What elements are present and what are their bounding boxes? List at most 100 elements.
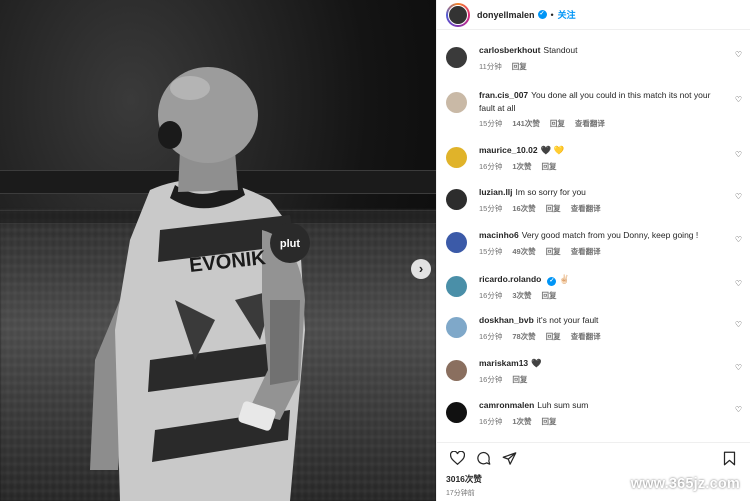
- comment-likes[interactable]: 1次赞: [512, 417, 531, 426]
- comment-time: 11分钟: [479, 61, 502, 71]
- comment-time: 16分钟: [479, 291, 503, 300]
- reply-button[interactable]: 回复: [512, 62, 527, 71]
- reply-button[interactable]: 回复: [542, 291, 557, 300]
- comment-likes[interactable]: 1次赞: [512, 162, 531, 171]
- see-translation-link[interactable]: 查看翻译: [571, 204, 601, 213]
- see-translation-link[interactable]: 查看翻译: [571, 332, 601, 341]
- comment-like-heart-icon[interactable]: ♡: [735, 363, 742, 372]
- comment-meta: 16分钟 1次赞 回复: [479, 161, 727, 174]
- comment-username[interactable]: camronmalen: [479, 400, 534, 410]
- comment-item: camronmalen Luh sum sum 16分钟 1次赞 回复 ♡: [446, 399, 746, 439]
- comment-avatar[interactable]: [446, 189, 467, 210]
- comment-like-heart-icon[interactable]: ♡: [735, 50, 742, 59]
- post-footer: 3016次赞 17分钟前: [437, 442, 750, 501]
- comment-likes[interactable]: 16次赞: [512, 204, 535, 213]
- comment-time: 15分钟: [479, 119, 503, 128]
- speech-bubble-icon[interactable]: [472, 447, 494, 469]
- comment-item: doskhan_bvb it's not your fault 16分钟 78次赞 回复…: [446, 314, 746, 354]
- comment-text: Very good match from you Donny, keep goi…: [521, 230, 699, 240]
- verified-badge-icon: ✓: [547, 277, 557, 286]
- paper-plane-icon[interactable]: [498, 447, 520, 469]
- comment-avatar[interactable]: [446, 232, 467, 253]
- comment-username[interactable]: carlosberkhout: [479, 45, 540, 55]
- comment-username[interactable]: macinho6: [479, 230, 519, 240]
- comment-meta: 15分钟 49次赞 回复 查看翻译: [479, 246, 727, 259]
- comment-likes[interactable]: 3次赞: [512, 291, 531, 300]
- comment-meta: 16分钟 78次赞 回复 查看翻译: [479, 331, 727, 344]
- comments-list[interactable]: carlosberkhout Standout 11分钟 回复 ♡ fran.cis_00…: [437, 30, 750, 442]
- verified-badge-icon: ✓: [537, 10, 547, 19]
- comment-username[interactable]: luzian.llj: [479, 187, 513, 197]
- comment-username[interactable]: doskhan_bvb: [479, 315, 534, 325]
- bookmark-icon[interactable]: [718, 447, 740, 469]
- follow-button[interactable]: 关注: [558, 8, 576, 21]
- comment-item: macinho6 Very good match from you Donny, …: [446, 229, 746, 269]
- comment-username[interactable]: maurice_10.02: [479, 145, 538, 155]
- reply-button[interactable]: 回复: [546, 204, 561, 213]
- comment-like-heart-icon[interactable]: ♡: [735, 150, 742, 159]
- comment-like-heart-icon[interactable]: ♡: [735, 405, 742, 414]
- see-translation-link[interactable]: 查看翻译: [575, 119, 605, 128]
- comment-like-heart-icon[interactable]: ♡: [735, 95, 742, 104]
- comment-item: mariskam13 🖤 16分钟 回复 ♡: [446, 357, 746, 397]
- reply-button[interactable]: 回复: [512, 375, 527, 384]
- comment-like-heart-icon[interactable]: ♡: [735, 192, 742, 201]
- comment-text: Luh sum sum: [537, 400, 589, 410]
- comment-like-heart-icon[interactable]: ♡: [735, 235, 742, 244]
- heart-outline-icon[interactable]: [446, 447, 468, 469]
- comment-likes[interactable]: 141次赞: [512, 119, 540, 128]
- comment-time: 16分钟: [479, 331, 503, 341]
- comment-body: mariskam13 🖤 16分钟 回复: [479, 357, 727, 386]
- comment-username[interactable]: mariskam13: [479, 358, 528, 368]
- comment-time: 16分钟: [479, 416, 503, 426]
- player-silhouette: plut EVONIK: [90, 67, 310, 501]
- comment-body: maurice_10.02 🖤 💛 16分钟 1次赞 回复: [479, 144, 727, 173]
- comment-avatar[interactable]: [446, 360, 467, 381]
- comment-item: luzian.llj Im so sorry for you 15分钟 16次赞 回复 查…: [446, 186, 746, 226]
- reply-button[interactable]: 回复: [546, 332, 561, 341]
- reply-button[interactable]: 回复: [546, 247, 561, 256]
- reply-button[interactable]: 回复: [542, 162, 557, 171]
- comment-avatar[interactable]: [446, 47, 467, 68]
- post-side-panel: donyellmalen ✓ • 关注 carlosberkhout Stando…: [436, 0, 750, 501]
- comment-meta: 16分钟 3次赞 回复: [479, 290, 727, 303]
- comment-time: 16分钟: [479, 374, 503, 384]
- comment-avatar[interactable]: [446, 147, 467, 168]
- comment-username[interactable]: ricardo.rolando: [479, 274, 541, 284]
- comment-like-heart-icon[interactable]: ♡: [735, 320, 742, 329]
- comment-body: camronmalen Luh sum sum 16分钟 1次赞 回复: [479, 399, 727, 428]
- comment-body: macinho6 Very good match from you Donny, …: [479, 229, 727, 258]
- reply-button[interactable]: 回复: [542, 417, 557, 426]
- comment-text: 🖤 💛: [540, 145, 565, 155]
- comment-avatar[interactable]: [446, 317, 467, 338]
- comment-avatar[interactable]: [446, 402, 467, 423]
- comment-meta: 15分钟 16次赞 回复 查看翻译: [479, 203, 727, 216]
- comment-meta: 11分钟 回复: [479, 61, 727, 74]
- comment-avatar[interactable]: [446, 92, 467, 113]
- see-translation-link[interactable]: 查看翻译: [571, 247, 601, 256]
- comment-meta: 16分钟 1次赞 回复: [479, 416, 727, 429]
- header-separator: •: [550, 9, 554, 20]
- comment-text: 🖤: [531, 358, 542, 368]
- comment-item: fran.cis_007 You done all you could in th…: [446, 89, 746, 129]
- comment-meta: 15分钟 141次赞 回复 查看翻译: [479, 118, 727, 131]
- comment-username[interactable]: fran.cis_007: [479, 90, 528, 100]
- comment-like-heart-icon[interactable]: ♡: [735, 279, 742, 288]
- watermark-text: www.365jz.com: [630, 476, 740, 492]
- next-photo-chevron-right-icon[interactable]: ›: [411, 259, 431, 279]
- comment-text: ✌🏻: [559, 274, 570, 284]
- reply-button[interactable]: 回复: [550, 119, 565, 128]
- comment-body: luzian.llj Im so sorry for you 15分钟 16次赞 回复 查…: [479, 186, 727, 215]
- svg-text:plut: plut: [280, 238, 300, 250]
- comment-likes[interactable]: 78次赞: [512, 332, 535, 341]
- action-bar: [446, 443, 750, 473]
- post-header: donyellmalen ✓ • 关注: [437, 0, 750, 30]
- comment-likes[interactable]: 49次赞: [512, 247, 535, 256]
- comment-avatar[interactable]: [446, 276, 467, 297]
- comment-body: ricardo.rolando ✓ ✌🏻 16分钟 3次赞 回复: [479, 273, 727, 303]
- owner-avatar[interactable]: [446, 2, 470, 27]
- comment-item: carlosberkhout Standout 11分钟 回复 ♡: [446, 44, 746, 84]
- comment-body: doskhan_bvb it's not your fault 16分钟 78次赞 回复…: [479, 314, 727, 343]
- comment-time: 15分钟: [479, 203, 503, 213]
- owner-username[interactable]: donyellmalen: [477, 10, 535, 20]
